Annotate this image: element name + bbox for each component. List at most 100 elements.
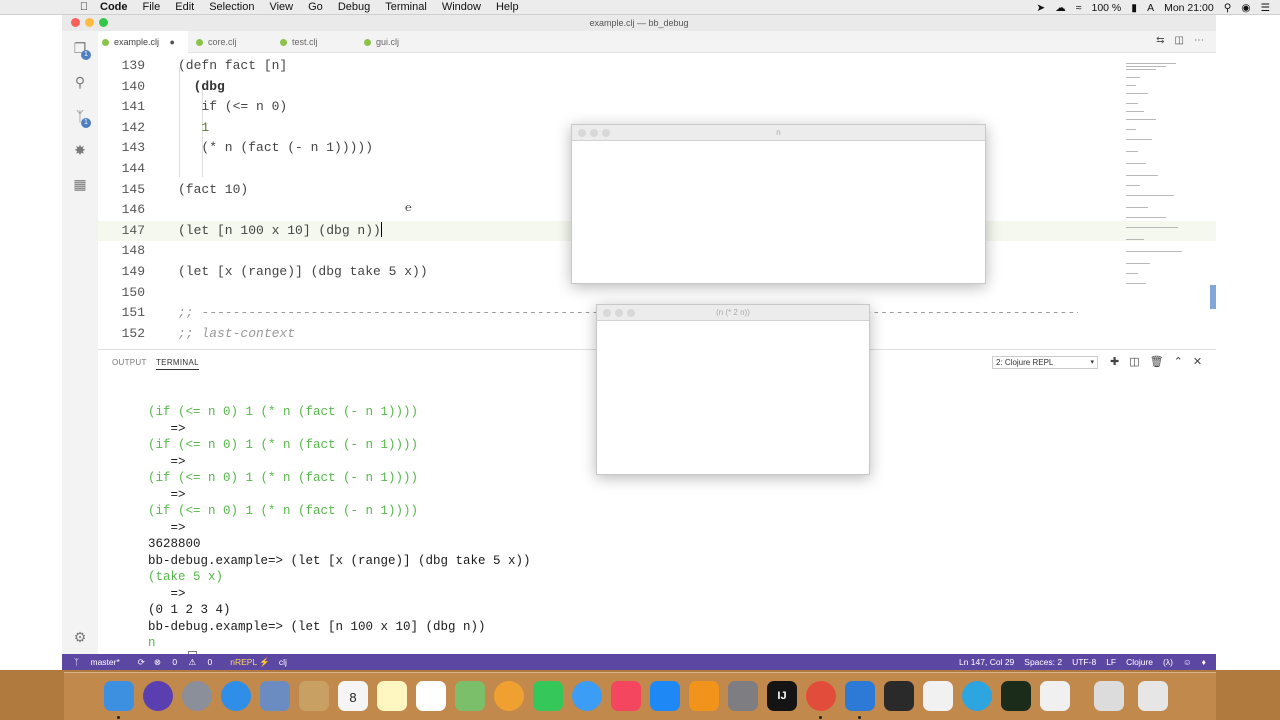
- intellij-icon[interactable]: IJ: [767, 681, 797, 711]
- maps-icon[interactable]: [455, 681, 485, 711]
- messages-icon[interactable]: [572, 681, 602, 711]
- menu-view[interactable]: View: [269, 1, 293, 13]
- menu-terminal[interactable]: Terminal: [385, 1, 427, 13]
- code-line[interactable]: 150: [98, 283, 1216, 304]
- line-code[interactable]: if (<= n 0): [178, 97, 287, 118]
- line-code[interactable]: ;; last-context: [178, 324, 295, 345]
- more-actions-icon[interactable]: ⋯: [1194, 35, 1204, 46]
- language-mode[interactable]: Clojure: [1126, 654, 1153, 670]
- close-window-icon[interactable]: [578, 129, 586, 137]
- debug-window-titlebar[interactable]: n: [572, 125, 985, 141]
- menu-selection[interactable]: Selection: [209, 1, 254, 13]
- search-icon[interactable]: ⚲: [71, 73, 89, 91]
- line-code[interactable]: 1: [178, 118, 209, 139]
- line-code[interactable]: (let [n 100 x 10] (dbg n)): [178, 221, 382, 242]
- split-editor-icon[interactable]: ◫: [1175, 35, 1184, 46]
- wifi-icon[interactable]: ≈: [1076, 2, 1082, 14]
- textedit-icon[interactable]: [923, 681, 953, 711]
- feedback-icon[interactable]: ☺: [1183, 654, 1192, 670]
- notification-center-icon[interactable]: ☰: [1261, 2, 1270, 14]
- apple-icon[interactable]: : [78, 1, 90, 13]
- git-branch[interactable]: ᛉ master*: [74, 654, 129, 670]
- line-code[interactable]: (let [x (range)] (dbg take 5 x)): [178, 262, 428, 283]
- minimap[interactable]: [1126, 59, 1186, 289]
- tab-terminal[interactable]: TERMINAL: [156, 358, 199, 370]
- siri-icon[interactable]: [143, 681, 173, 711]
- open-changes-icon[interactable]: ⇆: [1156, 35, 1164, 46]
- line-code-text[interactable]: (let [n 100 x 10] (dbg n)): [178, 223, 381, 238]
- menu-app[interactable]: Code: [100, 1, 128, 13]
- line-code[interactable]: (dbg: [178, 77, 225, 98]
- java-icon[interactable]: [1040, 681, 1070, 711]
- extensions-icon[interactable]: ▦: [71, 175, 89, 193]
- nrepl-status[interactable]: nREPL ⚡: [230, 654, 270, 670]
- editor-scrollbar-thumb[interactable]: [1210, 285, 1216, 309]
- minimize-window-icon[interactable]: [615, 309, 623, 317]
- tab-core-clj[interactable]: core.clj: [192, 31, 272, 53]
- debug-window-n[interactable]: n: [571, 124, 986, 284]
- system-preferences-icon[interactable]: [728, 681, 758, 711]
- debug-icon[interactable]: ✸: [71, 141, 89, 159]
- photos-icon[interactable]: [494, 681, 524, 711]
- code-line[interactable]: 141 if (<= n 0): [98, 97, 1216, 118]
- zoom-window-icon[interactable]: [627, 309, 635, 317]
- namespace-type[interactable]: clj: [279, 654, 287, 670]
- menu-window[interactable]: Window: [442, 1, 481, 13]
- vscode-icon[interactable]: [845, 681, 875, 711]
- menu-debug[interactable]: Debug: [338, 1, 370, 13]
- window-titlebar[interactable]: example.clj — bb_debug: [62, 15, 1216, 31]
- unsaved-dot-icon[interactable]: ●: [170, 37, 175, 47]
- input-source-icon[interactable]: A: [1147, 2, 1154, 14]
- zoom-window-icon[interactable]: [602, 129, 610, 137]
- debug-window-titlebar[interactable]: (n (* 2 n)): [597, 305, 869, 321]
- battery-icon[interactable]: ▮: [1131, 2, 1137, 14]
- telegram-icon[interactable]: [962, 681, 992, 711]
- preview-icon[interactable]: [260, 681, 290, 711]
- safari-icon[interactable]: [221, 681, 251, 711]
- downloads-stack-icon[interactable]: [1094, 681, 1124, 711]
- battery-text[interactable]: 100 %: [1092, 2, 1122, 14]
- tab-test-clj[interactable]: test.clj: [276, 31, 356, 53]
- notifications-bell-icon[interactable]: ♦: [1202, 654, 1206, 670]
- line-code[interactable]: (defn fact [n]: [178, 56, 287, 77]
- app-store-icon[interactable]: [650, 681, 680, 711]
- telegram-status-icon[interactable]: ➤: [1036, 2, 1045, 14]
- zoom-window-icon[interactable]: [99, 18, 108, 27]
- sync-icon[interactable]: ⟳: [138, 654, 145, 670]
- close-window-icon[interactable]: [603, 309, 611, 317]
- minimize-window-icon[interactable]: [590, 129, 598, 137]
- code-line[interactable]: 139 (defn fact [n]: [98, 56, 1216, 77]
- facetime-icon[interactable]: [533, 681, 563, 711]
- code-line[interactable]: 140 (dbg: [98, 77, 1216, 98]
- contacts-icon[interactable]: [299, 681, 329, 711]
- indentation[interactable]: Spaces: 2: [1024, 654, 1062, 670]
- terminal-select[interactable]: 2: Clojure REPL ▾: [992, 356, 1098, 369]
- trash-icon[interactable]: [1138, 681, 1168, 711]
- tab-output[interactable]: OUTPUT: [112, 358, 147, 367]
- menu-edit[interactable]: Edit: [175, 1, 194, 13]
- menu-help[interactable]: Help: [496, 1, 519, 13]
- close-window-icon[interactable]: [71, 18, 80, 27]
- launchpad-icon[interactable]: [182, 681, 212, 711]
- menu-go[interactable]: Go: [308, 1, 323, 13]
- calva-lambda[interactable]: (λ): [1163, 654, 1173, 670]
- tab-gui-clj[interactable]: gui.clj: [360, 31, 440, 53]
- tab-example-clj[interactable]: example.clj ●: [98, 31, 188, 53]
- problems[interactable]: ⊗ 0 ⚠ 0: [154, 654, 221, 670]
- new-terminal-icon[interactable]: ✚: [1110, 355, 1119, 368]
- debug-window-expr[interactable]: (n (* 2 n)): [596, 304, 870, 475]
- finder-icon[interactable]: [104, 681, 134, 711]
- menu-file[interactable]: File: [143, 1, 161, 13]
- split-terminal-icon[interactable]: ◫: [1129, 355, 1139, 368]
- close-panel-icon[interactable]: ✕: [1193, 355, 1202, 368]
- minimize-window-icon[interactable]: [85, 18, 94, 27]
- cursor-position[interactable]: Ln 147, Col 29: [959, 654, 1014, 670]
- clock[interactable]: Mon 21:00: [1164, 2, 1214, 14]
- settings-gear-icon[interactable]: ⚙: [71, 628, 89, 646]
- calendar-icon[interactable]: 8: [338, 681, 368, 711]
- notes-icon[interactable]: [377, 681, 407, 711]
- line-code[interactable]: (fact 10): [178, 180, 248, 201]
- siri-icon[interactable]: ◉: [1241, 2, 1250, 14]
- encoding[interactable]: UTF-8: [1072, 654, 1096, 670]
- activity-monitor-icon[interactable]: [1001, 681, 1031, 711]
